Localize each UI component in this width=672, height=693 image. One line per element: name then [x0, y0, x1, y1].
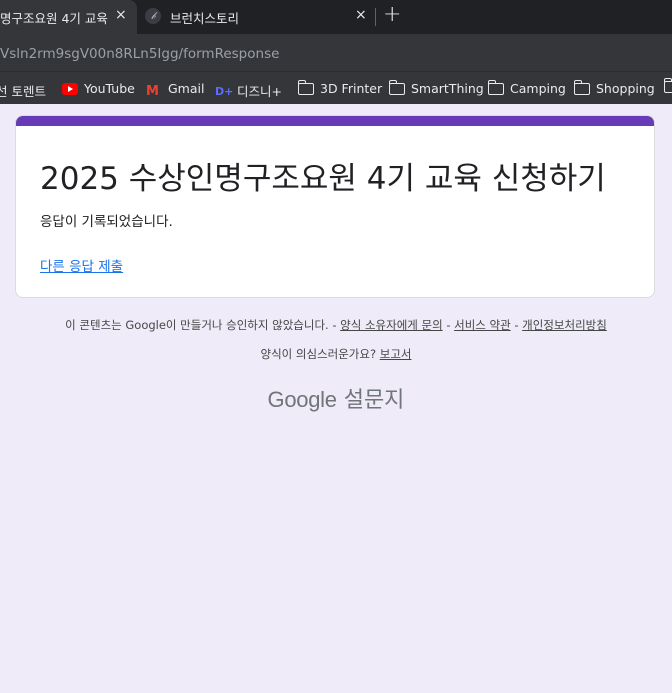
tab-title: 브런치스토리 — [170, 11, 240, 26]
close-icon[interactable]: × — [115, 7, 127, 23]
bookmark-torrent[interactable]: 선 토렌트 — [0, 81, 46, 100]
bookmark-youtube[interactable]: YouTube — [62, 81, 135, 96]
footer-disclaimer: 이 콘텐츠는 Google이 만들거나 승인하지 않았습니다. - 양식 소유자… — [0, 317, 672, 333]
disclaimer-text: 이 콘텐츠는 Google이 만들거나 승인하지 않았습니다. - — [65, 318, 341, 332]
contact-owner-link[interactable]: 양식 소유자에게 문의 — [340, 318, 443, 332]
url-field[interactable]: Vsln2rm9sgV00n8RLn5Igg/formResponse — [0, 46, 279, 62]
separator: - — [442, 318, 455, 332]
tab-title: 명구조요원 4기 교육 — [0, 11, 108, 26]
privacy-link[interactable]: 개인정보처리방침 — [522, 318, 607, 332]
bookmark-folder-shopping[interactable]: Shopping — [573, 79, 655, 96]
brunch-favicon-icon: 𝒷 — [145, 8, 161, 24]
response-card: 2025 수상인명구조요원 4기 교육 신청하기 응답이 기록되었습니다. 다른… — [15, 115, 655, 298]
bookmark-label: Camping — [510, 81, 566, 96]
bookmark-folder-3d[interactable]: 3D Frinter — [297, 79, 383, 96]
disney-icon: D+ — [215, 84, 234, 98]
submit-another-response-link[interactable]: 다른 응답 제출 — [40, 255, 123, 275]
suspicious-text: 양식이 의심스러운가요? — [260, 347, 380, 361]
bookmark-label: YouTube — [84, 81, 135, 96]
bookmark-label: 선 토렌트 — [0, 84, 46, 99]
bookmark-label: 3D Frinter — [320, 81, 383, 96]
youtube-icon — [62, 82, 78, 95]
tab-form[interactable]: 명구조요원 4기 교육 × — [0, 0, 137, 34]
bookmarks-bar: 선 토렌트 YouTube M Gmail D+ 디즈니+ 3D Frinter… — [0, 71, 672, 104]
new-tab-button[interactable]: + — [383, 2, 401, 27]
bookmark-label: SmartThing — [411, 81, 484, 96]
bookmark-label: 디즈니+ — [237, 84, 282, 99]
bookmark-gmail[interactable]: M Gmail — [146, 81, 205, 99]
google-wordmark: Google — [267, 387, 337, 412]
report-link[interactable]: 보고서 — [380, 347, 412, 361]
bookmark-label: Shopping — [596, 81, 655, 96]
folder-icon — [297, 79, 314, 95]
tab-strip: 명구조요원 4기 교육 × 𝒷 브런치스토리 × + — [0, 0, 672, 34]
bookmark-folder-camping[interactable]: Camping — [487, 79, 566, 96]
bookmark-disney[interactable]: D+ 디즈니+ — [215, 81, 282, 100]
bookmark-label: Gmail — [168, 81, 205, 96]
separator: - — [510, 318, 523, 332]
tab-brunch[interactable]: 𝒷 브런치스토리 × — [137, 0, 373, 34]
google-forms-logo[interactable]: Google 설문지 — [0, 382, 672, 414]
footer-report: 양식이 의심스러운가요? 보고서 — [0, 346, 672, 362]
folder-icon — [663, 78, 672, 93]
confirmation-message: 응답이 기록되었습니다. — [40, 214, 173, 230]
folder-icon — [388, 79, 405, 95]
terms-link[interactable]: 서비스 약관 — [454, 318, 511, 332]
gmail-icon: M — [146, 83, 159, 99]
bookmark-folder-more[interactable] — [663, 78, 672, 93]
bookmark-folder-smartthing[interactable]: SmartThing — [388, 79, 484, 96]
card-accent-bar — [16, 116, 654, 126]
folder-icon — [573, 79, 590, 95]
form-title: 2025 수상인명구조요원 4기 교육 신청하기 — [40, 161, 606, 197]
forms-wordmark: 설문지 — [343, 388, 405, 413]
close-icon[interactable]: × — [355, 7, 367, 23]
folder-icon — [487, 79, 504, 95]
tab-divider — [375, 8, 376, 26]
address-bar: Vsln2rm9sgV00n8RLn5Igg/formResponse — [0, 34, 672, 71]
